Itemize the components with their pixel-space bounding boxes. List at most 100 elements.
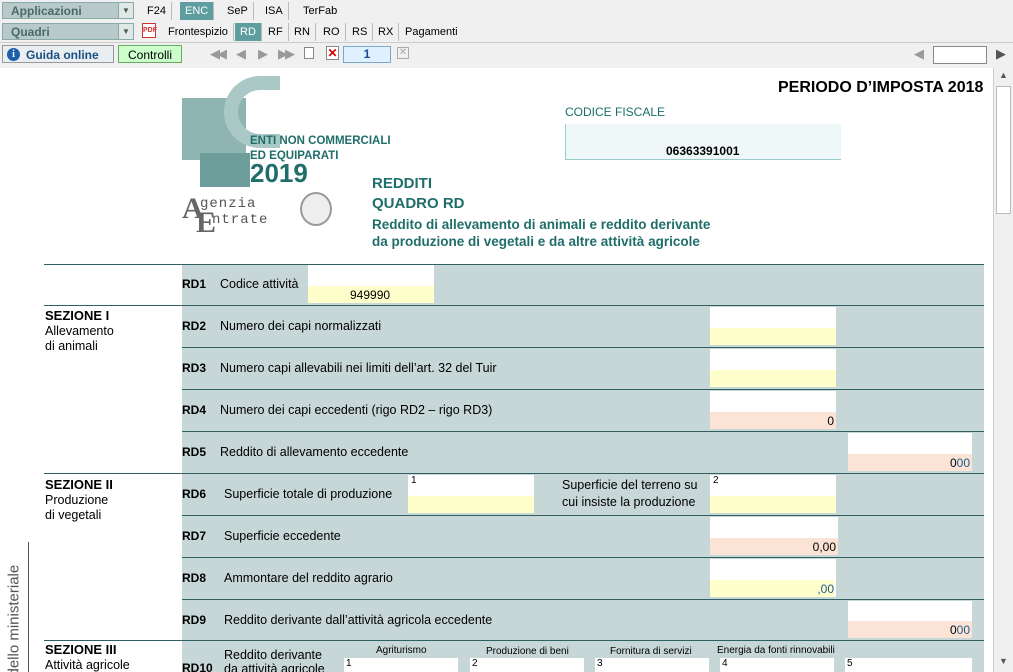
rd2-input[interactable] [710,307,836,345]
rd6-col2-number: 2 [713,475,719,486]
rd3-input[interactable] [710,349,836,387]
applicazioni-label: Applicazioni [11,4,82,18]
side-line [28,542,29,672]
rd6-label: Superficie totale di produzione [224,487,393,501]
row-divider [182,431,984,432]
rd3-code: RD3 [182,361,207,375]
form-page: PERIODO D’IMPOSTA 2018 ENTI NON COMMERCI… [0,68,993,672]
rd5-input[interactable]: 000 [848,433,972,471]
last-page-icon[interactable]: ▶▶ [278,46,295,62]
prev-page-icon[interactable]: ◀ [236,46,246,62]
scroll-up-icon[interactable]: ▲ [999,70,1008,80]
copy-page-icon[interactable] [304,47,314,59]
row-divider [182,515,984,516]
rd6-col1-fill [408,496,534,513]
rd9-decimals: 00 [956,623,970,637]
emblem-icon [300,192,332,226]
rd6-col2-input[interactable]: 2 [710,475,836,513]
row-divider [182,599,984,600]
applicazioni-dropdown[interactable]: Applicazioni ▼ [2,2,134,19]
toolbar-row-3: i Guida online Controlli ◀◀ ◀ ▶ ▶▶ ✕ 1 ✕… [0,43,1013,69]
tab-frontespizio[interactable]: Frontespizio [163,23,234,41]
close-page-icon[interactable]: ✕ [397,47,409,59]
rd6-label-2-line-2: cui insiste la produzione [562,495,696,509]
rd7-value: 0,00 [812,540,836,554]
vertical-scrollbar[interactable]: ▲ ▼ [993,68,1013,672]
delete-page-icon[interactable]: ✕ [326,46,339,60]
codice-fiscale-field[interactable]: 06363391001 [565,124,841,160]
rd10-col1-input[interactable]: 1 [344,658,458,672]
rd1-label: Codice attività [220,277,299,291]
controlli-button[interactable]: Controlli [118,45,182,63]
quadri-dropdown[interactable]: Quadri ▼ [2,23,134,40]
scroll-right-icon[interactable]: ▶ [996,46,1006,62]
info-icon: i [7,48,20,61]
rd8-label: Ammontare del reddito agrario [224,571,393,585]
tab-sep[interactable]: SeP [222,2,254,20]
row-divider [182,557,984,558]
page-search-input[interactable] [933,46,987,64]
logo-text-1: ENTI NON COMMERCIALI [250,135,391,147]
chevron-down-icon[interactable]: ▼ [118,24,133,39]
sezione-1-sub-1: Allevamento [45,324,114,338]
rd10-label-line-1: Reddito derivante [224,648,322,662]
quadro-description-2: da produzione di vegetali e da altre att… [372,234,700,249]
guida-online-label: Guida online [26,48,99,62]
scroll-left-icon[interactable]: ◀ [914,46,924,62]
rd10-col2-head: Produzione di beni [486,646,569,657]
rd1-value: 949990 [350,288,391,302]
tab-rf[interactable]: RF [263,23,289,41]
codice-fiscale-value: 06363391001 [666,144,740,158]
chevron-down-icon[interactable]: ▼ [118,3,133,18]
first-page-icon[interactable]: ◀◀ [210,46,227,62]
toolbar-row-1: Applicazioni ▼ F24 ENC SeP ISA TerFab [0,0,1013,21]
scrollbar-thumb[interactable] [996,86,1011,214]
tab-isa[interactable]: ISA [260,2,289,20]
scroll-down-icon[interactable]: ▼ [999,656,1008,666]
rd10-col1-number: 1 [346,658,352,669]
rd4-label: Numero dei capi eccedenti (rigo RD2 – ri… [220,403,493,417]
rd10-col3-number: 3 [597,658,603,669]
tab-rx[interactable]: RX [373,23,400,41]
sezione-3-heading: SEZIONE III Attività agricole [45,642,130,672]
sezione-2-sub-2: di vegetali [45,508,102,522]
rd9-input[interactable]: 000 [848,601,972,638]
tab-rs[interactable]: RS [347,23,374,41]
side-text: dello ministeriale [5,564,23,672]
rd8-code: RD8 [182,571,207,585]
rd10-col2-input[interactable]: 2 [470,658,584,672]
tab-rd[interactable]: RD [235,23,262,41]
tab-ro[interactable]: RO [318,23,346,41]
guida-online-button[interactable]: i Guida online [2,45,114,63]
tab-f24[interactable]: F24 [142,2,172,20]
page-number-field[interactable]: 1 [343,46,391,63]
rd1-input[interactable]: 949990 [308,265,434,303]
rd10-col5-input[interactable]: 5 [845,658,972,672]
rd10-col4-input[interactable]: 4 [720,658,834,672]
quadro-description-1: Reddito di allevamento di animali e redd… [372,217,711,232]
rd8-input[interactable]: ,00 [710,559,836,597]
rd10-label: Reddito derivante da attività agricole [224,648,325,672]
rd10-col2-number: 2 [472,658,478,669]
side-text-container: dello ministeriale [4,538,24,672]
tab-rn[interactable]: RN [289,23,316,41]
toolbar-row-2: Quadri ▼ PDF Frontespizio RD RF RN RO RS… [0,21,1013,43]
rd4-input[interactable]: 0 [710,391,836,429]
tab-enc[interactable]: ENC [180,2,215,20]
quadri-label: Quadri [11,25,50,39]
sezione-2-sub-1: Produzione [45,493,109,507]
tab-terfab[interactable]: TerFab [298,2,342,20]
row-divider [182,347,984,348]
rd10-col3-input[interactable]: 3 [595,658,709,672]
rd8-value: ,00 [817,582,834,596]
tab-pagamenti[interactable]: Pagamenti [400,23,463,41]
rd5-label: Reddito di allevamento eccedente [220,445,409,459]
rd2-code: RD2 [182,319,207,333]
pdf-icon[interactable]: PDF [142,23,157,38]
rd6-col1-input[interactable]: 1 [408,475,534,513]
next-page-icon[interactable]: ▶ [258,46,268,62]
rd3-fill [710,370,836,387]
rd7-input[interactable]: 0,00 [710,517,838,555]
sezione-1-title: SEZIONE I [45,308,110,323]
sezione-3-title: SEZIONE III [45,642,117,657]
